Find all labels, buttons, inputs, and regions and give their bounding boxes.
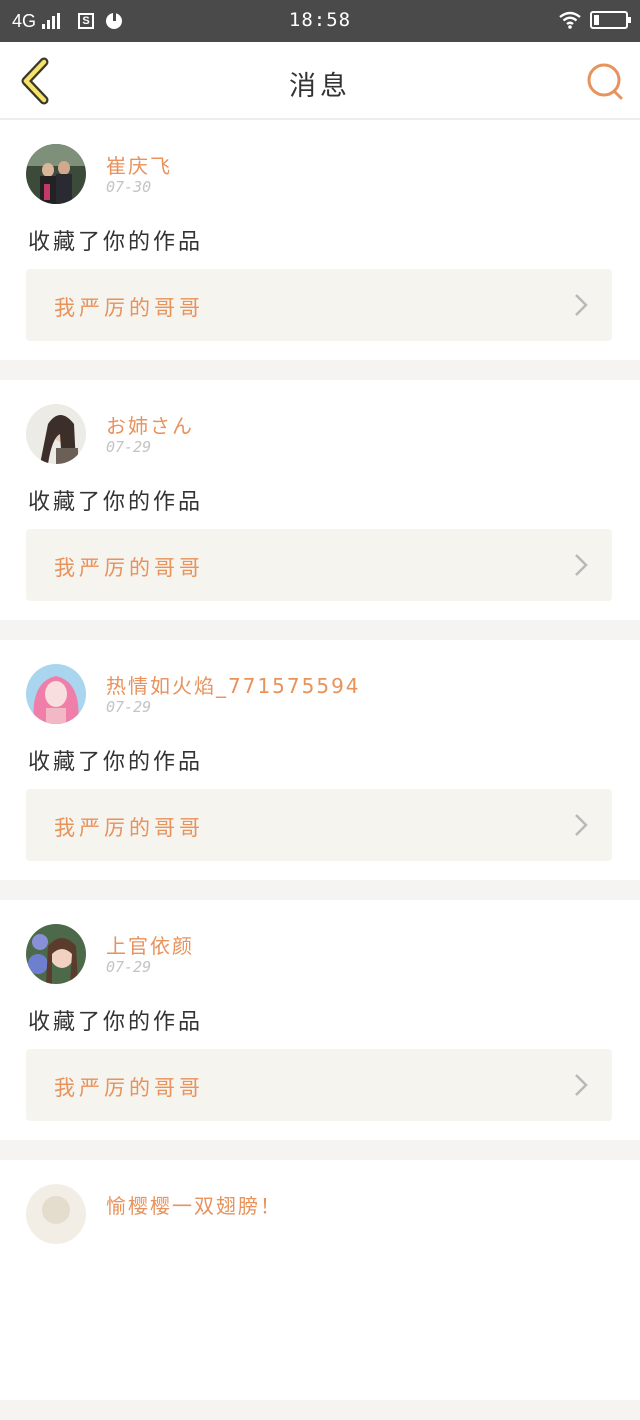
work-link[interactable]: 我严厉的哥哥 — [26, 1049, 612, 1121]
action-text: 收藏了你的作品 — [28, 1010, 204, 1035]
username[interactable]: 崔庆飞 — [106, 150, 172, 179]
message-date: 07-29 — [106, 438, 152, 456]
wifi-icon — [559, 11, 581, 29]
message-card[interactable]: 愉樱樱一双翅膀！ — [0, 1160, 640, 1400]
work-title: 我严厉的哥哥 — [54, 1076, 204, 1100]
message-card[interactable]: 上官依颜 07-29 收藏了你的作品 我严厉的哥哥 — [0, 900, 640, 1140]
nav-bar: 消息 — [0, 42, 640, 120]
work-link[interactable]: 我严厉的哥哥 — [26, 789, 612, 861]
avatar[interactable] — [26, 664, 86, 724]
work-title: 我严厉的哥哥 — [54, 296, 204, 320]
chevron-right-icon — [575, 814, 588, 836]
work-link[interactable]: 我严厉的哥哥 — [26, 529, 612, 601]
status-right — [558, 11, 631, 29]
avatar[interactable] — [26, 924, 86, 984]
chevron-right-icon — [575, 1074, 588, 1096]
avatar[interactable] — [26, 404, 86, 464]
message-card[interactable]: 崔庆飞 07-30 收藏了你的作品 我严厉的哥哥 — [0, 120, 640, 360]
avatar[interactable] — [26, 144, 86, 204]
chevron-right-icon — [575, 554, 588, 576]
status-bar: 4G S 18:58 — [0, 0, 640, 42]
search-icon[interactable] — [584, 60, 626, 102]
action-text: 收藏了你的作品 — [28, 230, 204, 255]
battery-icon — [590, 11, 631, 29]
work-title: 我严厉的哥哥 — [54, 556, 204, 580]
chevron-right-icon — [575, 294, 588, 316]
message-date: 07-30 — [106, 178, 152, 196]
username[interactable]: 热情如火焰_771575594 — [106, 670, 361, 699]
action-text: 收藏了你的作品 — [28, 750, 204, 775]
message-card[interactable]: お姉さん 07-29 收藏了你的作品 我严厉的哥哥 — [0, 380, 640, 620]
action-text: 收藏了你的作品 — [28, 490, 204, 515]
message-list: 崔庆飞 07-30 收藏了你的作品 我严厉的哥哥 お姉さん 07-29 收藏了你… — [0, 120, 640, 1420]
message-card[interactable]: 热情如火焰_771575594 07-29 收藏了你的作品 我严厉的哥哥 — [0, 640, 640, 880]
work-link[interactable]: 我严厉的哥哥 — [26, 269, 612, 341]
work-title: 我严厉的哥哥 — [54, 816, 204, 840]
username[interactable]: お姉さん — [106, 410, 194, 439]
username[interactable]: 上官依颜 — [106, 930, 194, 959]
status-time: 18:58 — [288, 9, 352, 31]
page-title: 消息 — [289, 71, 351, 102]
avatar[interactable] — [26, 1184, 86, 1244]
message-date: 07-29 — [106, 698, 152, 716]
message-date: 07-29 — [106, 958, 152, 976]
